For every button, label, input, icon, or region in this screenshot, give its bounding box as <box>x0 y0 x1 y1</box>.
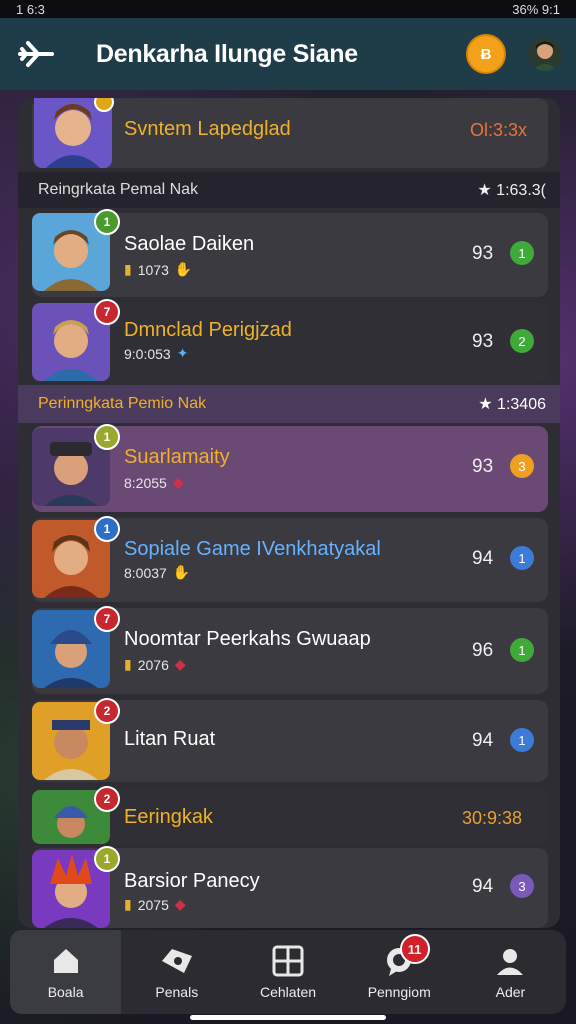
hand-icon: ✋ <box>174 261 193 277</box>
tab-profile[interactable]: Ader <box>455 930 566 1014</box>
status-right-text: 36% 9:1 <box>512 1 560 17</box>
hand-icon: ✋ <box>172 564 191 580</box>
player-score: 94 <box>472 548 494 569</box>
airplane-icon <box>18 41 54 67</box>
player-name: Saolae Daiken <box>124 233 255 255</box>
tab-label: Boala <box>47 984 84 1000</box>
level-badge: 7 <box>94 606 120 632</box>
rank-indicator: 1 <box>510 241 534 265</box>
player-score: 94 <box>472 876 494 897</box>
coin-button[interactable]: Ƀ <box>466 34 506 74</box>
player-score: 94 <box>472 730 494 751</box>
status-left-text: 1 6:3 <box>16 1 45 17</box>
player-stat: 8:2055 ◆ <box>124 474 184 491</box>
tab-label: Penals <box>155 984 199 1000</box>
player-time: Ol:3:3x <box>470 120 528 140</box>
table-row[interactable]: 7 Noomtar Peerkahs Gwuaap ▮ 2076 ◆ 96 1 <box>32 606 548 694</box>
player-score: 93 <box>472 243 494 264</box>
table-row[interactable]: 7 Dmnclad Perigjzad 9:0:053 ✦ 93 2 <box>32 299 548 383</box>
user-icon <box>493 944 527 978</box>
rank-indicator: 1 <box>510 728 534 752</box>
player-name: Barsior Panecy <box>124 870 260 892</box>
level-badge: 1 <box>94 209 120 235</box>
player-stat: ▮ 1073 ✋ <box>124 261 193 278</box>
tab-label: Penngiom <box>367 984 431 1000</box>
tab-label: Cehlaten <box>259 984 317 1000</box>
player-name: Dmnclad Perigjzad <box>124 319 292 341</box>
player-score: 96 <box>472 640 494 661</box>
rank-indicator: 1 <box>510 546 534 570</box>
player-time: 30:9:38 <box>462 808 523 828</box>
rank-indicator: 3 <box>510 874 534 898</box>
level-badge: 1 <box>94 846 120 872</box>
section-header: Perinngkata Pemio Nak ★ 1:3406 <box>18 385 560 423</box>
player-name: Noomtar Peerkahs Gwuaap <box>124 628 371 650</box>
list-item[interactable]: Svntem Lapedglad Ol:3:3x <box>32 98 548 168</box>
back-button[interactable] <box>14 32 58 76</box>
level-badge: 2 <box>94 786 120 812</box>
tab-calendar[interactable]: Cehlaten <box>232 930 343 1014</box>
rank-indicator: 2 <box>510 329 534 353</box>
player-name: Litan Ruat <box>124 728 216 750</box>
home-icon <box>49 944 83 978</box>
diamond-icon: ✦ <box>176 345 189 361</box>
player-score: 93 <box>472 331 494 352</box>
table-row[interactable]: 1 Barsior Panecy ▮ 2075 ◆ 94 3 <box>32 846 548 928</box>
table-row[interactable]: 1 Sopiale Game IVenkhatyakal 8:0037 ✋ 94 … <box>32 516 548 602</box>
coin-icon: Ƀ <box>480 45 492 63</box>
ticket-icon: ▮ <box>124 261 132 277</box>
player-stat: 8:0037 ✋ <box>124 564 191 581</box>
player-score: 93 <box>472 456 494 477</box>
table-row[interactable]: 1 Saolae Daiken ▮ 1073 ✋ 93 1 <box>32 209 548 297</box>
grid-icon <box>271 944 305 978</box>
ticket-icon: ▮ <box>124 896 132 912</box>
player-name: Suarlamaity <box>124 446 230 468</box>
level-badge: 2 <box>94 698 120 724</box>
player-name: Sopiale Game IVenkhatyakal <box>124 538 381 560</box>
tab-penals[interactable]: Penals <box>121 930 232 1014</box>
gem-icon: ◆ <box>174 656 186 672</box>
player-stat: ▮ 2075 ◆ <box>124 896 186 913</box>
status-bar: 1 6:3 36% 9:1 <box>0 0 576 18</box>
gem-icon: ◆ <box>172 474 184 490</box>
table-row[interactable]: 2 Litan Ruat 94 1 <box>32 698 548 782</box>
profile-avatar[interactable] <box>528 37 562 71</box>
leaderboard-panel: Svntem Lapedglad Ol:3:3x Reingrkata Pema… <box>18 98 560 928</box>
level-badge: 1 <box>94 516 120 542</box>
level-badge: 7 <box>94 299 120 325</box>
app-header: Denkarha Ilunge Siane Ƀ <box>0 18 576 90</box>
level-badge: 1 <box>94 424 120 450</box>
section-label: Reingrkata Pemal Nak <box>38 181 199 198</box>
page-title: Denkarha Ilunge Siane <box>96 39 358 68</box>
bottom-tab-bar: Boala Penals Cehlaten 11 Penngiom Ader <box>10 930 566 1014</box>
section-value: ★ 1:3406 <box>478 396 546 413</box>
section-value: ★ 1:63.3( <box>477 182 546 199</box>
rank-indicator: 1 <box>510 638 534 662</box>
ticket-icon: ▮ <box>124 656 132 672</box>
player-stat: ▮ 2076 ◆ <box>124 656 186 673</box>
tab-home[interactable]: Boala <box>10 930 122 1014</box>
gem-icon: ◆ <box>174 896 186 912</box>
rank-indicator: 3 <box>510 454 534 478</box>
notification-badge: 11 <box>399 934 430 964</box>
player-stat: 9:0:053 ✦ <box>124 345 189 362</box>
section-label: Perinngkata Pemio Nak <box>38 395 207 412</box>
table-row[interactable]: 2 Eeringkak 30:9:38 <box>32 786 548 844</box>
player-name: Eeringkak <box>124 806 213 828</box>
home-indicator <box>190 1015 386 1020</box>
tab-label: Ader <box>495 984 526 1000</box>
section-header: Reingrkata Pemal Nak ★ 1:63.3( <box>18 172 560 208</box>
tab-messages[interactable]: 11 Penngiom <box>344 930 455 1014</box>
player-name: Svntem Lapedglad <box>124 118 291 140</box>
ticket-icon <box>160 944 194 978</box>
table-row[interactable]: 1 Suarlamaity 8:2055 ◆ 93 3 <box>32 424 548 512</box>
avatar-icon <box>532 41 558 71</box>
